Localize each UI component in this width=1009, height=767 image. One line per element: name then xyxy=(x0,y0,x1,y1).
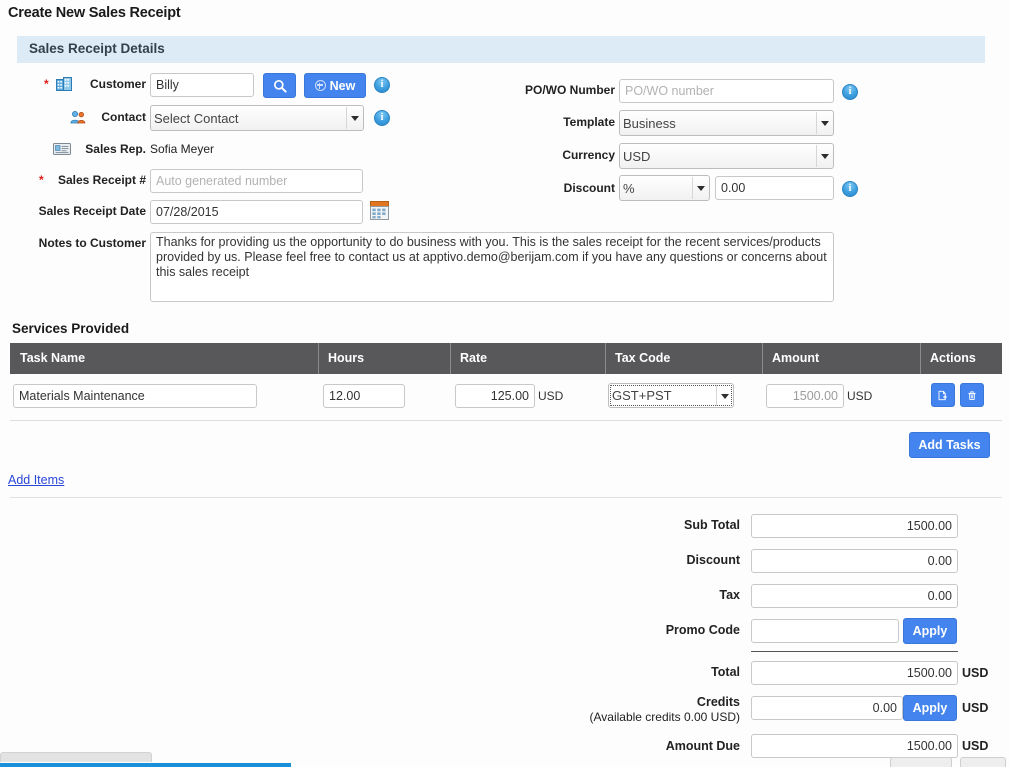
totals-separator xyxy=(751,651,958,652)
progress-bar xyxy=(0,763,291,767)
column-header-actions: Actions xyxy=(930,351,976,365)
plus-circle-icon xyxy=(314,80,326,91)
total-input xyxy=(751,661,958,685)
discount-info-icon[interactable]: i xyxy=(842,181,858,197)
footer-button-left[interactable] xyxy=(890,757,952,767)
column-divider xyxy=(920,343,921,374)
delete-row-icon xyxy=(968,390,976,400)
row-hours-input[interactable] xyxy=(323,384,405,408)
services-provided-title: Services Provided xyxy=(12,321,130,336)
customer-info-icon[interactable]: i xyxy=(374,77,390,93)
building-icon xyxy=(56,77,72,91)
add-tasks-button[interactable]: Add Tasks xyxy=(909,432,990,458)
row-add-button[interactable] xyxy=(931,383,955,407)
column-divider xyxy=(605,343,606,374)
column-header-rate: Rate xyxy=(460,351,488,365)
amount-due-input xyxy=(751,734,958,758)
contact-info-icon[interactable]: i xyxy=(374,110,390,126)
contact-label: Contact xyxy=(101,110,146,124)
column-header-task-name: Task Name xyxy=(20,351,86,365)
amount-due-currency-label: USD xyxy=(962,739,989,753)
customer-new-button-label: New xyxy=(329,78,356,93)
services-row-divider xyxy=(10,420,1002,421)
row-rate-currency-label: USD xyxy=(538,389,564,403)
contacts-icon xyxy=(70,110,86,124)
template-label: Template xyxy=(563,115,615,129)
sales-receipt-number-required-marker: * xyxy=(39,173,44,187)
column-divider xyxy=(450,343,451,374)
column-divider xyxy=(762,343,763,374)
row-task-name-input[interactable] xyxy=(13,384,257,408)
row-amount-currency-label: USD xyxy=(847,389,873,403)
customer-new-button[interactable]: New xyxy=(304,73,366,98)
row-delete-button[interactable] xyxy=(960,383,984,407)
column-divider xyxy=(318,343,319,374)
sales-rep-value: Sofia Meyer xyxy=(150,142,215,156)
discount-type-select[interactable]: % xyxy=(619,175,710,201)
browser-tab-strip[interactable] xyxy=(0,752,152,762)
po-wo-number-input[interactable] xyxy=(619,79,834,103)
credits-currency-label: USD xyxy=(962,701,989,715)
currency-select[interactable]: USD xyxy=(619,143,834,169)
totals-top-divider xyxy=(10,497,1002,498)
search-icon xyxy=(273,79,287,93)
credits-label: Credits xyxy=(696,695,740,709)
discount-label: Discount xyxy=(563,181,615,195)
row-tax-code-select[interactable]: GST+PST xyxy=(608,383,734,408)
credits-input[interactable] xyxy=(751,696,903,720)
amount-due-label: Amount Due xyxy=(665,739,740,753)
available-credits-label: (Available credits 0.00 USD) xyxy=(589,710,740,724)
customer-input[interactable] xyxy=(150,73,254,97)
discount-total-input xyxy=(751,549,958,573)
row-tax-code-select-wrap: GST+PST xyxy=(608,383,734,408)
row-amount-input xyxy=(766,384,844,408)
promo-code-apply-button[interactable]: Apply xyxy=(903,618,957,644)
template-select[interactable]: Business xyxy=(619,110,834,136)
calendar-icon[interactable] xyxy=(370,201,389,220)
discount-type-select-wrap: % xyxy=(619,175,710,201)
sub-total-input xyxy=(751,514,958,538)
promo-code-input[interactable] xyxy=(751,619,899,643)
sales-receipt-date-input[interactable] xyxy=(150,200,363,224)
template-select-wrap: Business xyxy=(619,110,834,136)
customer-required-marker: * xyxy=(44,77,49,91)
discount-amount-input[interactable] xyxy=(715,176,834,200)
notes-to-customer-label: Notes to Customer xyxy=(38,236,146,250)
column-header-tax-code: Tax Code xyxy=(615,351,671,365)
sales-receipt-number-label: Sales Receipt # xyxy=(57,173,146,187)
tax-total-input xyxy=(751,584,958,608)
id-card-icon xyxy=(53,142,71,156)
sales-rep-label: Sales Rep. xyxy=(85,142,146,156)
section-header-sales-receipt-details: Sales Receipt Details xyxy=(17,36,985,63)
sales-receipt-number-input[interactable] xyxy=(150,169,363,193)
credits-apply-button[interactable]: Apply xyxy=(903,695,957,721)
currency-label: Currency xyxy=(562,148,615,162)
po-wo-number-label: PO/WO Number xyxy=(524,83,615,97)
footer-button-right[interactable] xyxy=(960,757,1006,767)
row-rate-input[interactable] xyxy=(455,384,535,408)
section-header-label: Sales Receipt Details xyxy=(29,41,165,56)
add-row-icon xyxy=(938,390,947,400)
po-wo-number-info-icon[interactable]: i xyxy=(842,84,858,100)
notes-to-customer-textarea[interactable]: Thanks for providing us the opportunity … xyxy=(150,232,834,302)
currency-select-wrap: USD xyxy=(619,143,834,169)
sub-total-label: Sub Total xyxy=(683,518,740,532)
sales-receipt-form-page: Create New Sales Receipt Sales Receipt D… xyxy=(0,0,1009,767)
column-header-hours: Hours xyxy=(328,351,365,365)
add-items-link[interactable]: Add Items xyxy=(8,473,64,487)
services-table-header: Task Name Hours Rate Tax Code Amount Act… xyxy=(10,343,1002,374)
page-title: Create New Sales Receipt xyxy=(8,5,181,21)
total-currency-label: USD xyxy=(962,666,989,680)
tax-total-label: Tax xyxy=(719,588,740,602)
total-label: Total xyxy=(711,665,740,679)
contact-select-wrap: Select Contact xyxy=(150,105,364,131)
contact-select[interactable]: Select Contact xyxy=(150,105,364,131)
discount-total-label: Discount xyxy=(686,553,740,567)
customer-search-button[interactable] xyxy=(263,73,296,98)
promo-code-label: Promo Code xyxy=(665,623,740,637)
column-header-amount: Amount xyxy=(772,351,820,365)
sales-receipt-date-label: Sales Receipt Date xyxy=(38,204,146,218)
customer-label: Customer xyxy=(89,77,146,91)
